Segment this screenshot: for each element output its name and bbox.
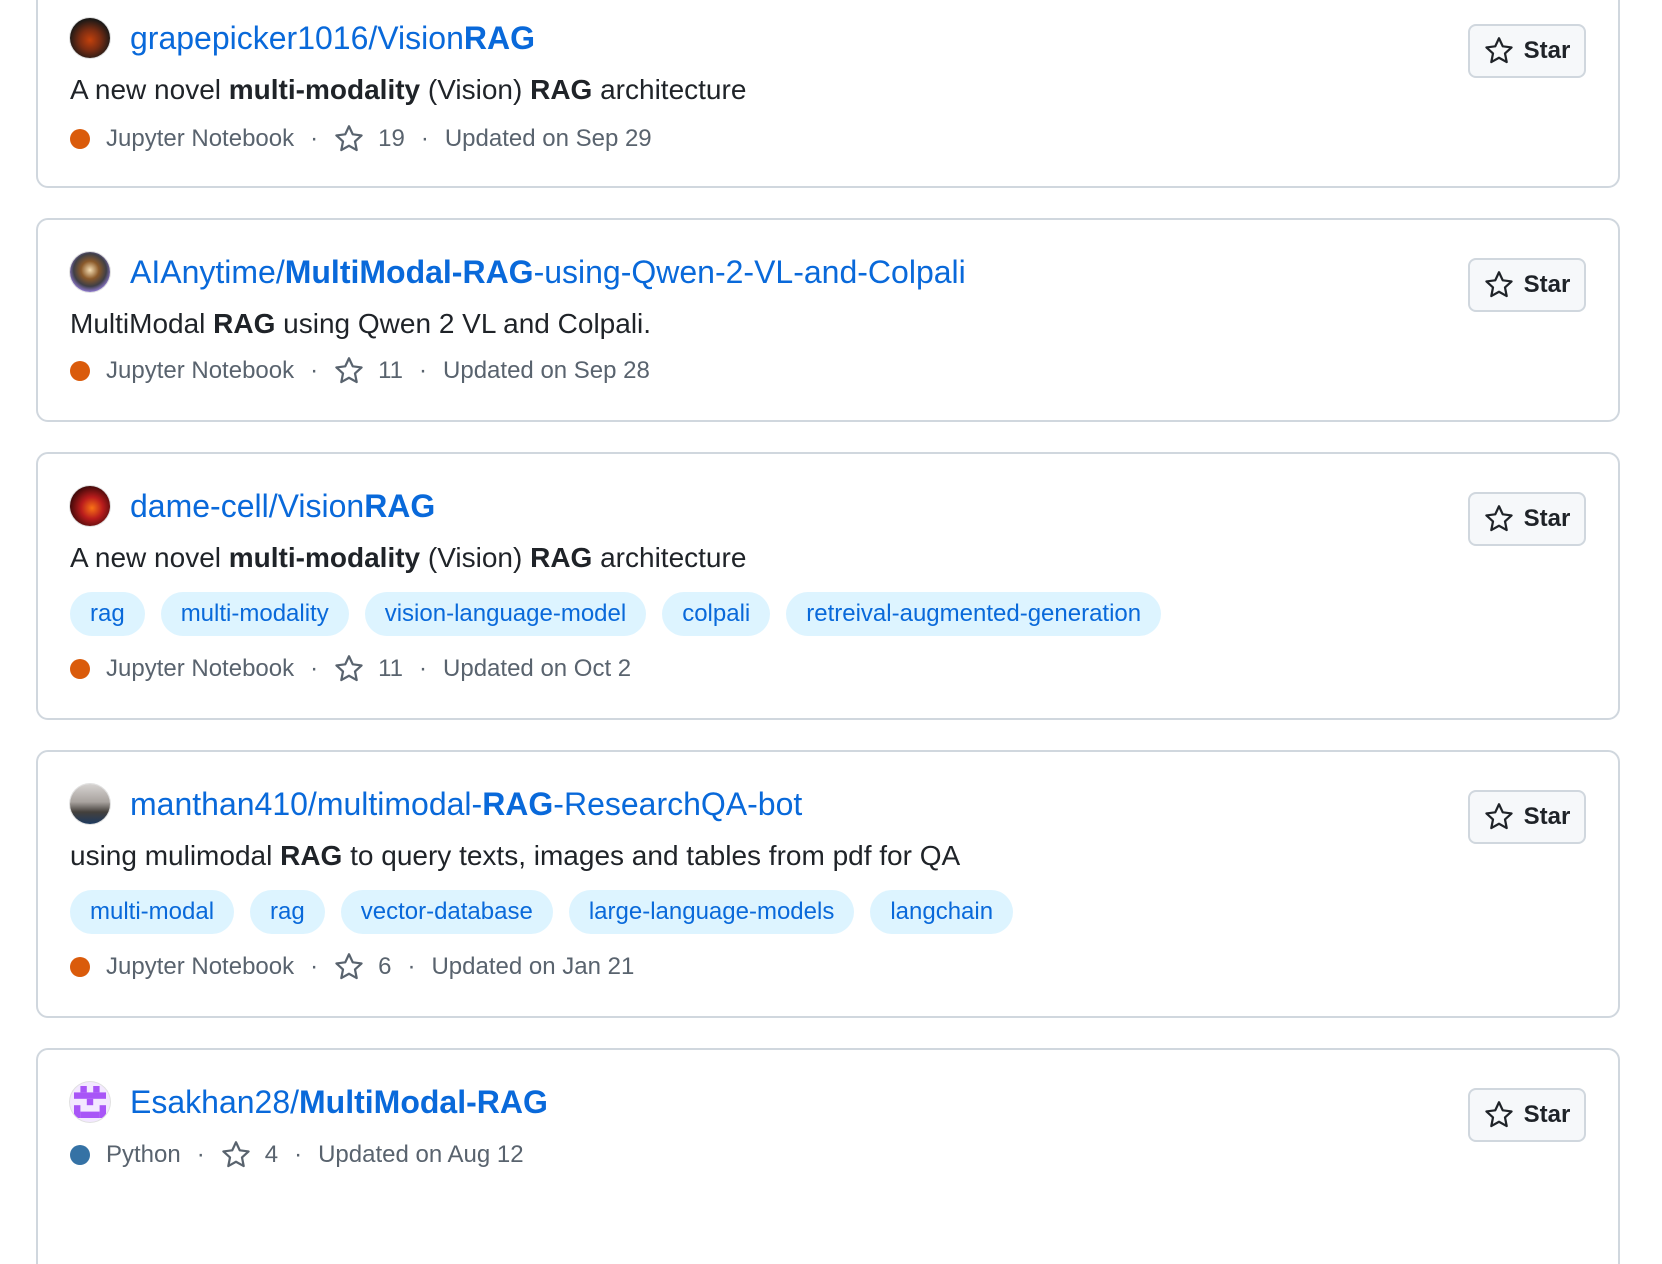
highlighted-text: multi-modality — [228, 74, 421, 105]
language-label: Jupyter Notebook — [106, 357, 295, 384]
text-segment: A new novel — [70, 542, 229, 573]
owner-avatar[interactable] — [70, 486, 110, 526]
topic-tag[interactable]: colpali — [662, 592, 771, 636]
repo-name-link[interactable]: Esakhan28/MultiModal-RAG — [130, 1084, 548, 1121]
highlighted-text: RAG — [530, 74, 593, 105]
repo-meta: Jupyter Notebook · 11 · Updated on Sep 2… — [70, 356, 650, 386]
updated-date: Updated on Sep 29 — [444, 125, 652, 152]
stargazers-link[interactable]: 4 — [221, 1140, 278, 1170]
updated-date: Updated on Sep 28 — [443, 357, 650, 384]
highlighted-text: MultiModal-RAG — [284, 253, 534, 290]
stargazers-link[interactable]: 11 — [334, 356, 403, 386]
text-segment: Vision — [377, 19, 464, 56]
text-segment: using mulimodal — [70, 840, 281, 871]
stargazers-link[interactable]: 19 — [334, 124, 405, 154]
star-icon — [1484, 505, 1513, 532]
topic-tag[interactable]: retreival-augmented-generation — [786, 592, 1162, 636]
repo-name-link[interactable]: grapepicker1016/VisionRAG — [130, 20, 535, 57]
repo-card: manthan410/multimodal-RAG-ResearchQA-bot… — [36, 750, 1620, 1018]
text-segment: MultiModal — [70, 308, 214, 339]
repo-card: dame-cell/VisionRAG A new novel multi-mo… — [36, 452, 1620, 720]
identicon-icon — [74, 1086, 106, 1118]
topics-list: rag multi-modality vision-language-model co… — [70, 592, 1162, 636]
text-segment: -ResearchQA-bot — [553, 785, 803, 822]
highlighted-text: MultiModal-RAG — [299, 1083, 548, 1120]
owner-avatar[interactable] — [70, 784, 110, 824]
topic-tag[interactable]: multi-modal — [70, 890, 235, 934]
text-segment: multimodal- — [316, 785, 483, 822]
topic-tag[interactable]: vector-database — [340, 890, 553, 934]
language-color-dot — [70, 659, 90, 679]
star-icon — [335, 125, 363, 152]
star-button[interactable]: Star — [1468, 258, 1586, 312]
language-color-dot — [70, 129, 90, 149]
language-color-dot — [70, 957, 90, 977]
repo-card: grapepicker1016/VisionRAG A new novel mu… — [36, 0, 1620, 188]
star-icon — [335, 655, 363, 682]
updated-date: Updated on Aug 12 — [318, 1141, 524, 1168]
topic-tag[interactable]: multi-modality — [160, 592, 349, 636]
owner-avatar[interactable] — [70, 252, 110, 292]
stargazers-link[interactable]: 11 — [334, 654, 403, 684]
text-segment: Vision — [277, 487, 365, 524]
text-segment: architecture — [592, 74, 747, 105]
repo-meta: Jupyter Notebook · 6 · Updated on Jan 21 — [70, 952, 634, 982]
repo-description: A new novel multi-modality (Vision) RAG … — [70, 74, 746, 106]
text-segment: to query texts, images and tables from p… — [342, 840, 961, 871]
repo-name-link[interactable]: manthan410/multimodal-RAG-ResearchQA-bot — [130, 786, 802, 823]
language-label: Jupyter Notebook — [106, 953, 295, 980]
text-segment: -using-Qwen-2-VL-and-Colpali — [533, 253, 966, 290]
text-segment: A new novel — [70, 74, 229, 105]
text-segment: using Qwen 2 VL and Colpali. — [275, 308, 652, 339]
text-segment: architecture — [592, 542, 747, 573]
repo-description: MultiModal RAG using Qwen 2 VL and Colpa… — [70, 308, 651, 340]
language-color-dot — [70, 361, 90, 381]
star-button[interactable]: Star — [1468, 1088, 1586, 1142]
repo-list: grapepicker1016/VisionRAG A new novel mu… — [0, 0, 1662, 1264]
topic-tag[interactable]: vision-language-model — [364, 592, 647, 636]
repo-card: Esakhan28/MultiModal-RAG Python · 4 · Up… — [36, 1048, 1620, 1264]
language-label: Jupyter Notebook — [106, 655, 295, 682]
language-label: Python — [106, 1141, 181, 1168]
highlighted-text: RAG — [213, 308, 276, 339]
repo-name-link[interactable]: dame-cell/VisionRAG — [130, 488, 435, 525]
star-button[interactable]: Star — [1468, 492, 1586, 546]
highlighted-text: RAG — [530, 542, 593, 573]
repo-meta: Python · 4 · Updated on Aug 12 — [70, 1140, 524, 1170]
highlighted-text: multi-modality — [228, 542, 421, 573]
repo-description: A new novel multi-modality (Vision) RAG … — [70, 542, 746, 574]
owner-avatar[interactable] — [70, 1082, 110, 1122]
star-icon — [1484, 37, 1513, 64]
language-color-dot — [70, 1145, 90, 1165]
topic-tag[interactable]: langchain — [870, 890, 1014, 934]
star-icon — [1484, 803, 1513, 830]
highlighted-text: RAG — [280, 840, 343, 871]
star-icon — [222, 1141, 250, 1168]
text-segment: (Vision) — [420, 74, 531, 105]
repo-meta: Jupyter Notebook · 19 · Updated on Sep 2… — [70, 124, 652, 154]
text-segment: (Vision) — [420, 542, 531, 573]
repo-card: AIAnytime/MultiModal-RAG-using-Qwen-2-VL… — [36, 218, 1620, 422]
topic-tag[interactable]: rag — [70, 592, 145, 636]
star-button[interactable]: Star — [1468, 24, 1586, 78]
topic-tag[interactable]: large-language-models — [568, 890, 855, 934]
star-icon — [1484, 1101, 1513, 1128]
stargazers-link[interactable]: 6 — [334, 952, 391, 982]
repo-name-link[interactable]: AIAnytime/MultiModal-RAG-using-Qwen-2-VL… — [130, 254, 966, 291]
star-icon — [335, 357, 363, 384]
repo-meta: Jupyter Notebook · 11 · Updated on Oct 2 — [70, 654, 631, 684]
updated-date: Updated on Oct 2 — [443, 655, 632, 682]
highlighted-text: RAG — [463, 19, 535, 56]
star-button[interactable]: Star — [1468, 790, 1586, 844]
star-icon — [1484, 271, 1513, 298]
highlighted-text: RAG — [482, 785, 554, 822]
topic-tag[interactable]: rag — [250, 890, 325, 934]
updated-date: Updated on Jan 21 — [431, 953, 635, 980]
repo-description: using mulimodal RAG to query texts, imag… — [70, 840, 960, 872]
topics-list: multi-modal rag vector-database large-langu… — [70, 890, 1014, 934]
star-icon — [335, 953, 363, 980]
owner-avatar[interactable] — [70, 18, 110, 58]
highlighted-text: RAG — [364, 487, 436, 524]
language-label: Jupyter Notebook — [106, 125, 295, 152]
